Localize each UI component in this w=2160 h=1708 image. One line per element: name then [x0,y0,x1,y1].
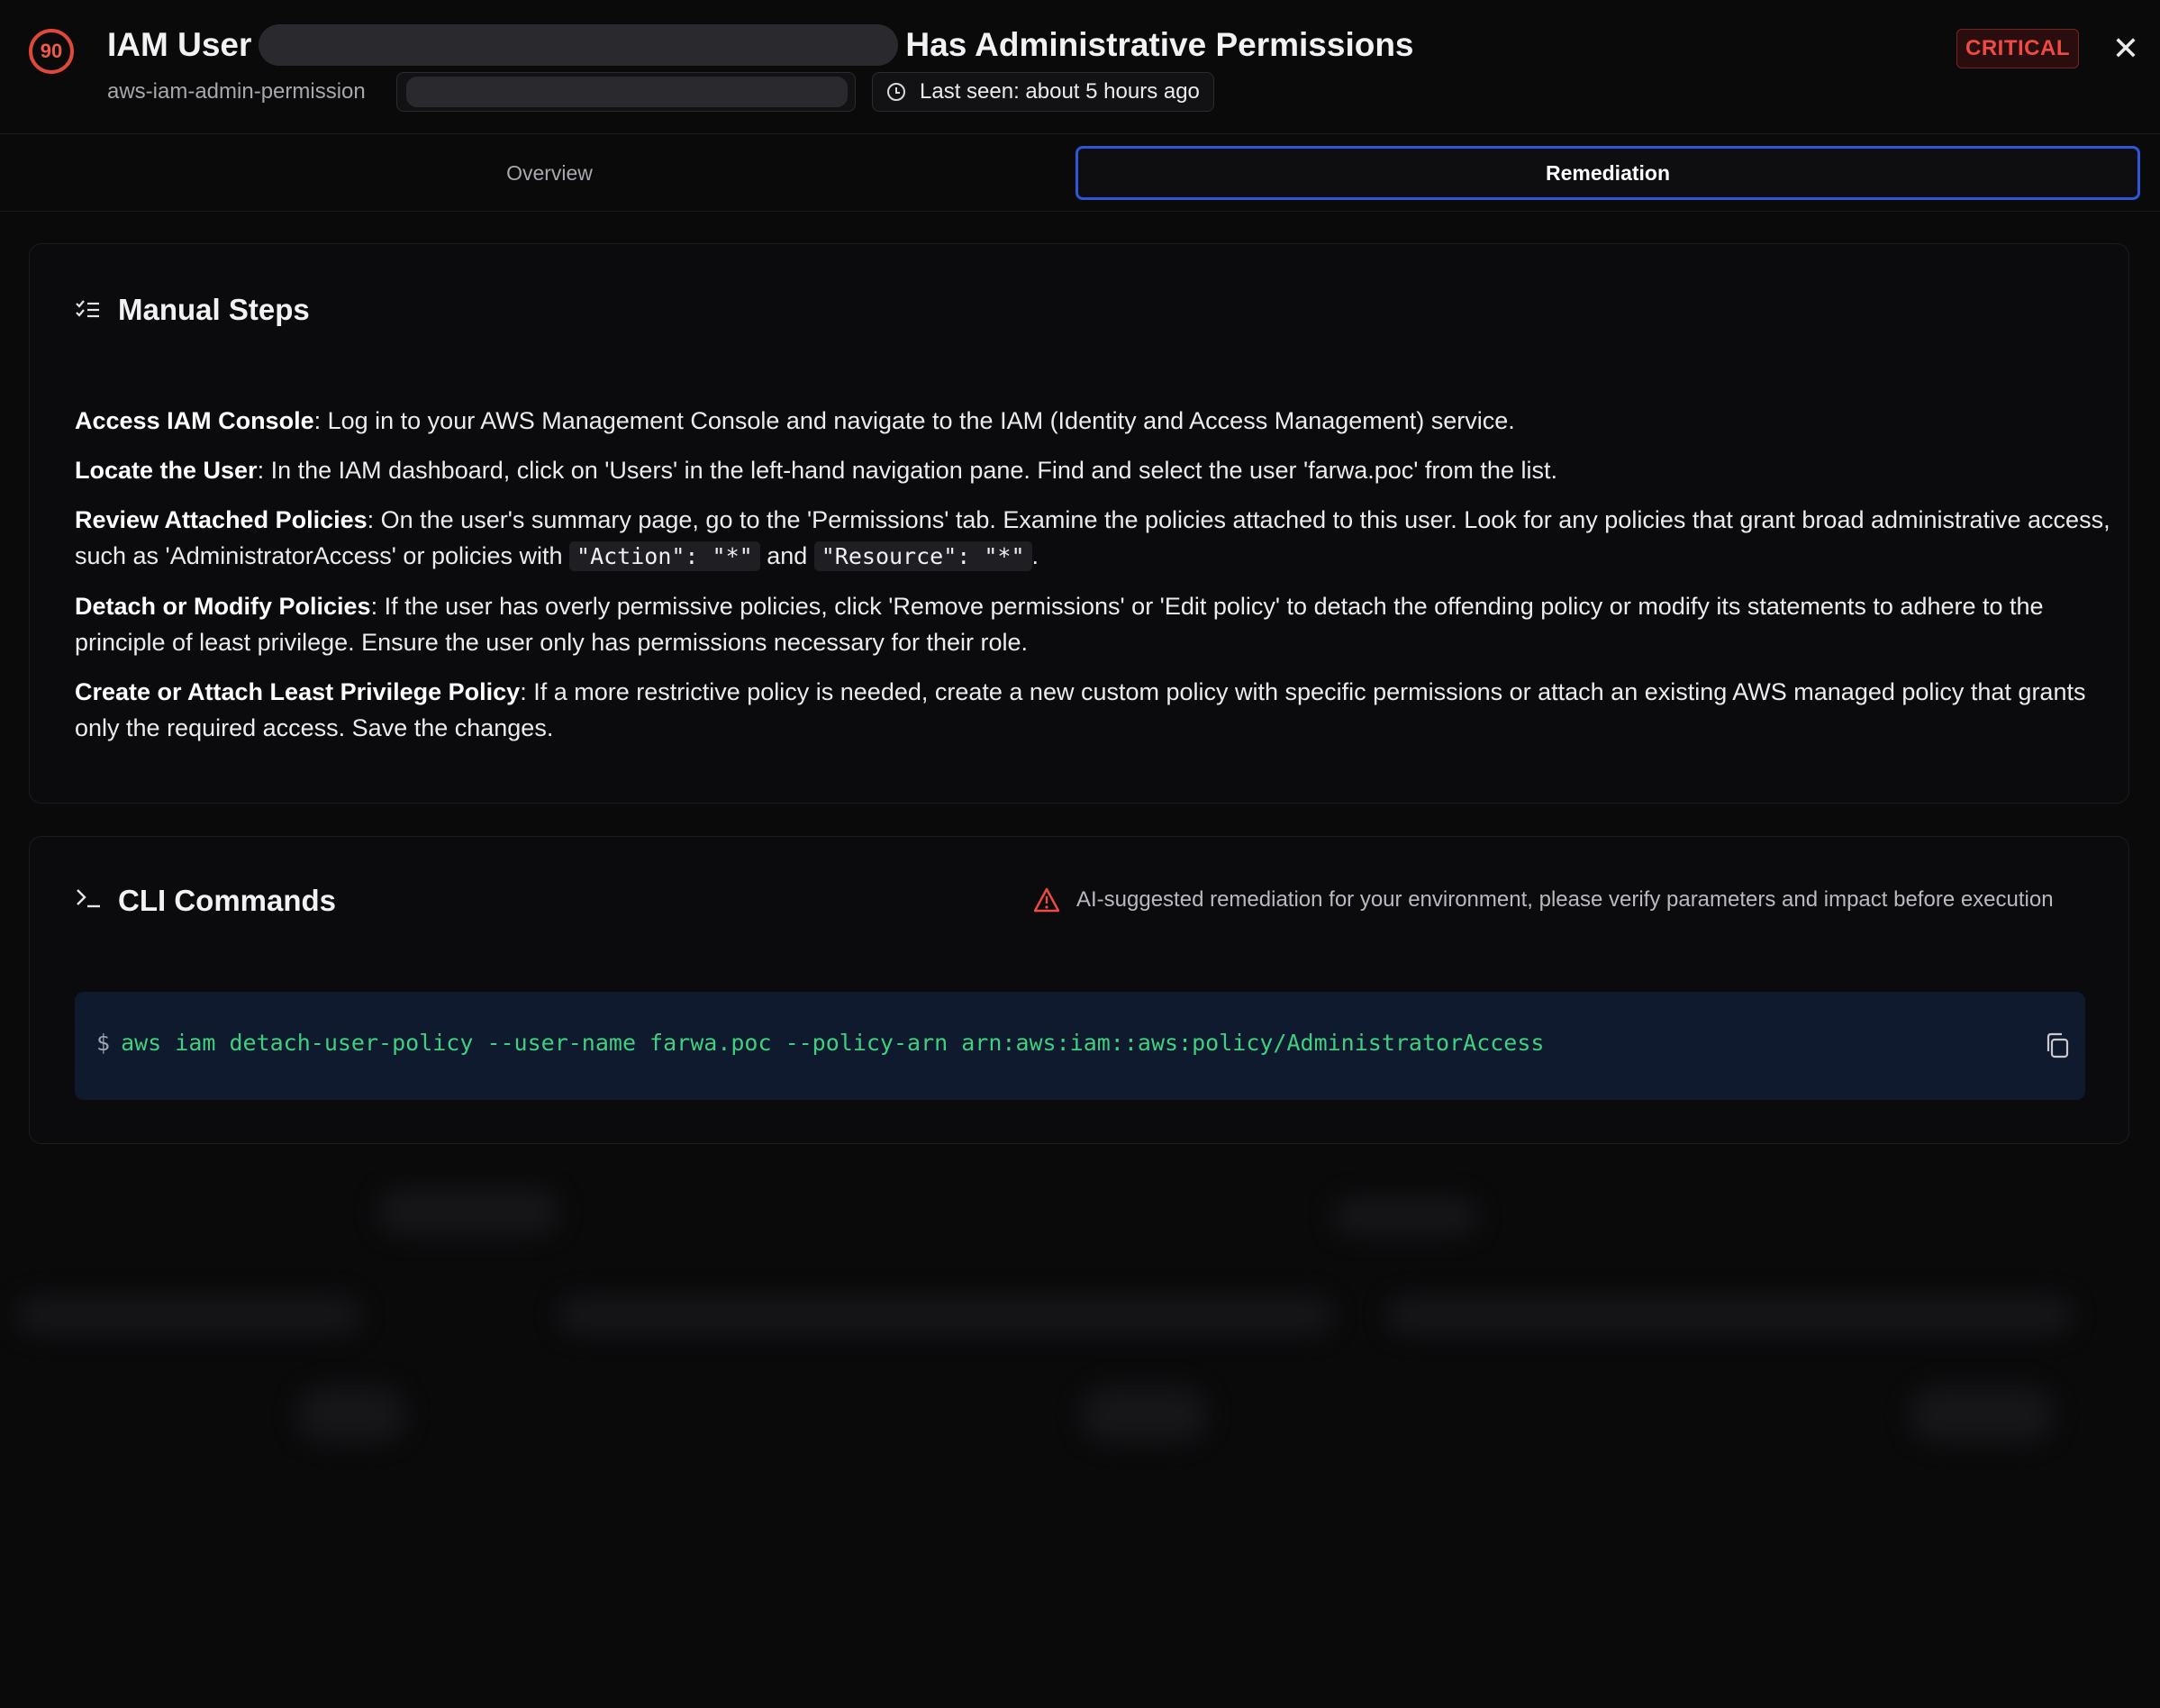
ai-warning: AI-suggested remediation for your enviro… [1033,887,2054,913]
command-block: $ aws iam detach-user-policy --user-name … [75,992,2085,1100]
step-title: Create or Attach Least Privilege Policy [75,678,521,705]
list-item: Detach or Modify Policies: If the user h… [75,588,2110,660]
rule-slug: aws-iam-admin-permission [107,79,366,104]
redacted-resource [406,77,848,107]
list-item: Locate the User: In the IAM dashboard, c… [75,452,2110,488]
inline-code: "Resource": "*" [813,541,1032,571]
inline-code: "Action": "*" [569,541,760,571]
command-line: $ aws iam detach-user-policy --user-name … [96,1030,1544,1056]
cli-heading: CLI Commands [75,884,336,918]
clock-icon [887,83,905,101]
close-button[interactable]: ✕ [2110,27,2142,70]
redacted-resource-pill [396,72,856,112]
risk-score-ring: 90 [29,29,74,74]
checklist-icon [75,299,100,321]
step-title: Locate the User [75,457,258,484]
step-text: and [759,542,814,569]
list-item: Create or Attach Least Privilege Policy:… [75,674,2110,746]
command-prompt: $ [96,1030,111,1056]
close-icon: ✕ [2111,30,2140,67]
manual-steps-card: Manual Steps Access IAM Console: Log in … [29,243,2129,804]
copy-icon [2047,1032,2069,1058]
tab-overview[interactable]: Overview [18,146,1081,200]
finding-header: 90 IAM User Has Administrative Permissio… [0,0,2160,134]
step-title: Detach or Modify Policies [75,593,371,620]
step-text: : In the IAM dashboard, click on 'Users'… [257,457,1557,484]
manual-steps-heading: Manual Steps [75,293,310,327]
finding-title: IAM User Has Administrative Permissions [107,20,1414,70]
title-suffix: Has Administrative Permissions [905,26,1414,63]
step-text: : Log in to your AWS Management Console … [313,407,1515,434]
tab-remediation[interactable]: Remediation [1075,146,2140,200]
redacted-username [259,24,899,66]
list-item: Review Attached Policies: On the user's … [75,502,2110,575]
list-item: Access IAM Console: Log in to your AWS M… [75,403,2110,439]
warning-icon [1033,887,1060,913]
step-text: : If the user has overly permissive poli… [75,593,2044,656]
cli-commands-card: CLI Commands AI-suggested remediation fo… [29,836,2129,1144]
step-title: Access IAM Console [75,407,314,434]
terminal-icon [75,886,102,916]
steps-list: Access IAM Console: Log in to your AWS M… [75,403,2110,759]
ai-warning-text: AI-suggested remediation for your enviro… [1076,887,2054,912]
manual-steps-title: Manual Steps [118,293,310,326]
step-title: Review Attached Policies [75,506,368,533]
step-text: . [1031,542,1039,569]
last-seen-text: Last seen: about 5 hours ago [920,79,1200,104]
step-text: : On the user's summary page, go to the … [75,506,2110,569]
title-prefix: IAM User [107,26,252,63]
command-text[interactable]: aws iam detach-user-policy --user-name f… [121,1030,1544,1056]
severity-badge: CRITICAL [1956,29,2079,68]
cli-title: CLI Commands [118,884,337,917]
tab-bar: Overview Remediation [0,135,2160,212]
blurred-background [0,1171,2160,1708]
copy-button[interactable] [2044,1031,2071,1060]
last-seen-pill: Last seen: about 5 hours ago [872,72,1214,112]
